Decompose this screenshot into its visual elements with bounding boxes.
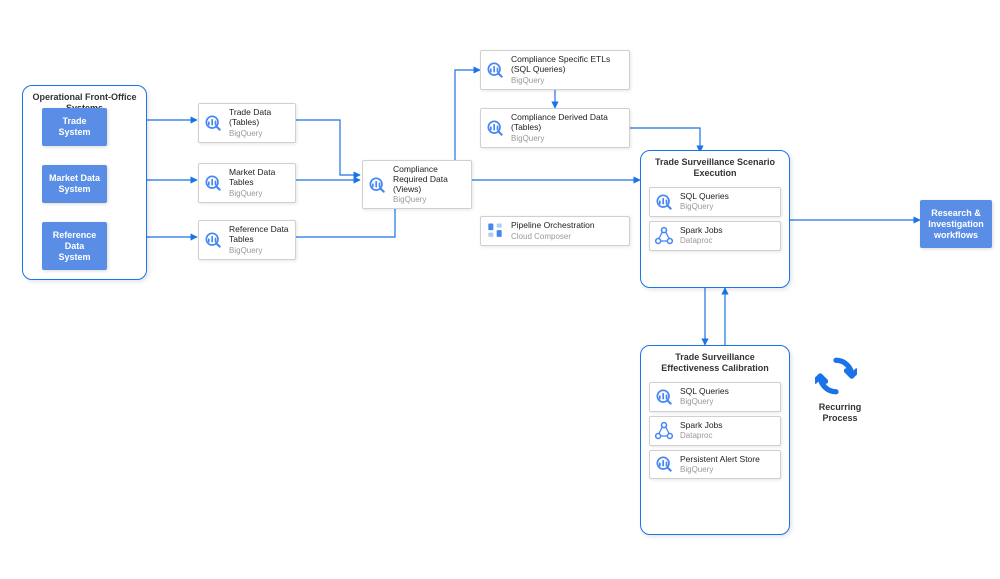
bigquery-icon — [203, 230, 223, 250]
card-calibration-spark-title: Spark Jobs — [680, 421, 774, 431]
card-calibration-store: Persistent Alert Store BigQuery — [649, 450, 781, 480]
card-calibration-spark-sub: Dataproc — [680, 431, 774, 440]
card-orchestration: Pipeline Orchestration Cloud Composer — [480, 216, 630, 246]
card-reference-data-sub: BigQuery — [229, 246, 289, 255]
card-market-data-title: Market Data Tables — [229, 168, 289, 188]
card-etl-title: Compliance Specific ETLs (SQL Queries) — [511, 55, 623, 75]
card-scenario-spark-sub: Dataproc — [680, 236, 774, 245]
card-calibration-spark: Spark Jobs Dataproc — [649, 416, 781, 446]
bigquery-icon — [654, 387, 674, 407]
recurring-icon — [815, 355, 857, 397]
card-calibration-store-sub: BigQuery — [680, 465, 774, 474]
bigquery-icon — [367, 175, 387, 195]
bigquery-icon — [485, 60, 505, 80]
recurring-label: Recurring Process — [810, 402, 870, 424]
card-trade-data: Trade Data (Tables) BigQuery — [198, 103, 296, 143]
group-scenario: Trade Surveillance Scenario Execution SQ… — [640, 150, 790, 288]
bigquery-icon — [654, 192, 674, 212]
card-compliance-views-title: Compliance Required Data (Views) — [393, 165, 465, 194]
dataproc-icon — [654, 421, 674, 441]
bigquery-icon — [485, 118, 505, 138]
card-trade-data-title: Trade Data (Tables) — [229, 108, 289, 128]
card-calibration-sql-sub: BigQuery — [680, 397, 774, 406]
card-derived-title: Compliance Derived Data (Tables) — [511, 113, 623, 133]
card-compliance-views-sub: BigQuery — [393, 195, 465, 204]
card-market-data-sub: BigQuery — [229, 189, 289, 198]
bigquery-icon — [203, 113, 223, 133]
cloud-composer-icon — [485, 221, 505, 241]
bigquery-icon — [654, 454, 674, 474]
card-derived: Compliance Derived Data (Tables) BigQuer… — [480, 108, 630, 148]
card-scenario-sql-sub: BigQuery — [680, 202, 774, 211]
card-scenario-sql-title: SQL Queries — [680, 192, 774, 202]
box-research-investigation: Research & Investigation workflows — [920, 200, 992, 248]
card-calibration-sql-title: SQL Queries — [680, 387, 774, 397]
card-market-data: Market Data Tables BigQuery — [198, 163, 296, 203]
card-calibration-store-title: Persistent Alert Store — [680, 455, 774, 465]
card-etl-sub: BigQuery — [511, 76, 623, 85]
card-orchestration-sub: Cloud Composer — [511, 232, 623, 241]
dataproc-icon — [654, 226, 674, 246]
card-derived-sub: BigQuery — [511, 134, 623, 143]
source-market-data-system: Market Data System — [42, 165, 107, 203]
card-scenario-spark: Spark Jobs Dataproc — [649, 221, 781, 251]
card-etl: Compliance Specific ETLs (SQL Queries) B… — [480, 50, 630, 90]
card-scenario-spark-title: Spark Jobs — [680, 226, 774, 236]
group-calibration: Trade Surveillance Effectiveness Calibra… — [640, 345, 790, 535]
card-trade-data-sub: BigQuery — [229, 129, 289, 138]
group-scenario-title: Trade Surveillance Scenario Execution — [641, 151, 789, 183]
card-calibration-sql: SQL Queries BigQuery — [649, 382, 781, 412]
card-reference-data: Reference Data Tables BigQuery — [198, 220, 296, 260]
source-trade-system: Trade System — [42, 108, 107, 146]
bigquery-icon — [203, 173, 223, 193]
source-reference-data-system: Reference Data System — [42, 222, 107, 270]
card-compliance-views: Compliance Required Data (Views) BigQuer… — [362, 160, 472, 209]
card-reference-data-title: Reference Data Tables — [229, 225, 289, 245]
group-calibration-title: Trade Surveillance Effectiveness Calibra… — [641, 346, 789, 378]
card-scenario-sql: SQL Queries BigQuery — [649, 187, 781, 217]
card-orchestration-title: Pipeline Orchestration — [511, 221, 623, 231]
